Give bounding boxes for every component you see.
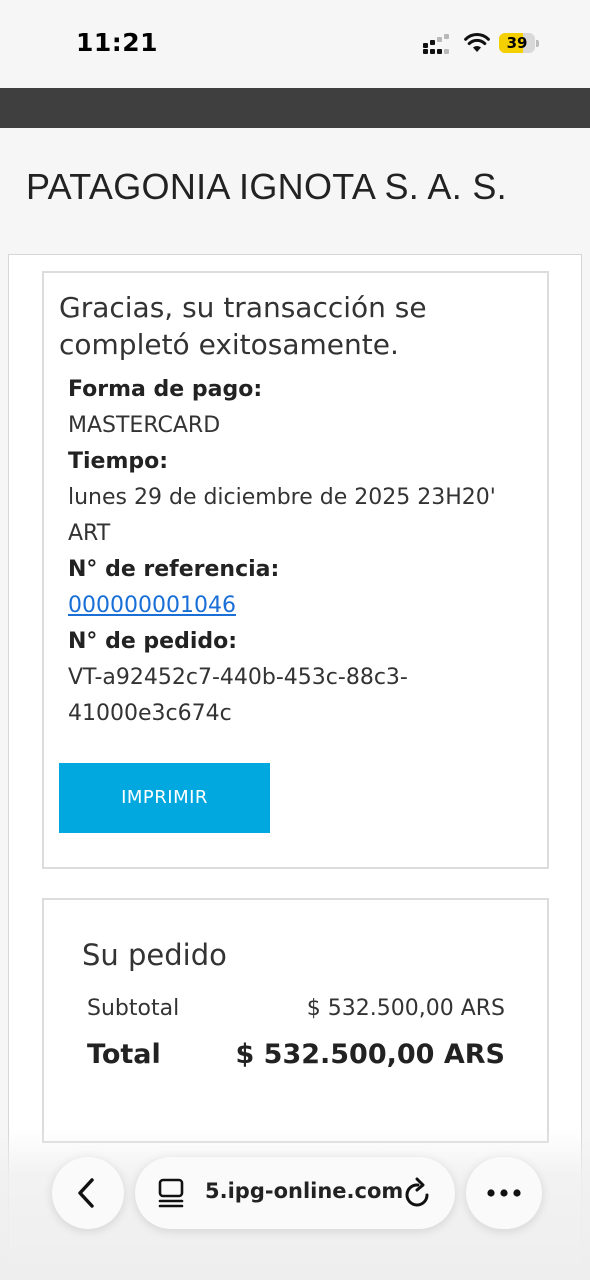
total-label: Total [87, 1039, 161, 1070]
order-summary-card: Su pedido Subtotal $ 532.500,00 ARS Tota… [42, 898, 549, 1143]
reload-icon[interactable] [403, 1177, 433, 1209]
tabs-icon[interactable] [157, 1178, 185, 1208]
order-summary-title: Su pedido [82, 938, 227, 972]
time-value-zone: ART [68, 521, 111, 546]
order-number-value: VT-a92452c7-440b-453c-88c3- [68, 665, 408, 690]
subtotal-label: Subtotal [87, 996, 180, 1021]
back-chevron-icon [78, 1178, 94, 1208]
time-label: Tiempo: [68, 449, 169, 474]
total-value: $ 532.500,00 ARS [235, 1039, 505, 1070]
battery-level: 39 [506, 34, 528, 52]
reference-link[interactable]: 000000001046 [68, 588, 236, 624]
confirmation-card: Gracias, su transacción se completó exit… [42, 271, 549, 869]
payment-method-label: Forma de pago: [68, 377, 263, 402]
company-name: PATAGONIA IGNOTA S. A. S. [26, 166, 507, 207]
payment-method-value: MASTERCARD [68, 413, 221, 438]
status-time: 11:21 [76, 28, 159, 57]
battery-icon: 39 [499, 33, 539, 53]
site-header: PATAGONIA IGNOTA S. A. S. [0, 128, 590, 254]
url-text[interactable]: 5.ipg-online.com [205, 1179, 403, 1203]
back-button[interactable] [52, 1157, 124, 1229]
address-bar[interactable]: 5.ipg-online.com [135, 1157, 455, 1229]
main-content: Gracias, su transacción se completó exit… [8, 254, 582, 1280]
more-button[interactable] [466, 1157, 542, 1229]
more-icon [487, 1189, 521, 1197]
time-value: lunes 29 de diciembre de 2025 23H20' [68, 485, 496, 510]
order-number-value-cont: 41000e3c674c [68, 701, 232, 726]
print-button[interactable]: IMPRIMIR [59, 763, 270, 833]
signal-icon [423, 34, 453, 54]
wifi-icon [464, 33, 490, 52]
order-number-label: N° de pedido: [68, 629, 238, 654]
reference-label: N° de referencia: [68, 557, 280, 582]
confirmation-title: Gracias, su transacción se completó exit… [59, 291, 427, 361]
subtotal-value: $ 532.500,00 ARS [306, 996, 505, 1021]
site-top-band [0, 88, 590, 128]
status-bar: 11:21 39 [0, 0, 590, 88]
